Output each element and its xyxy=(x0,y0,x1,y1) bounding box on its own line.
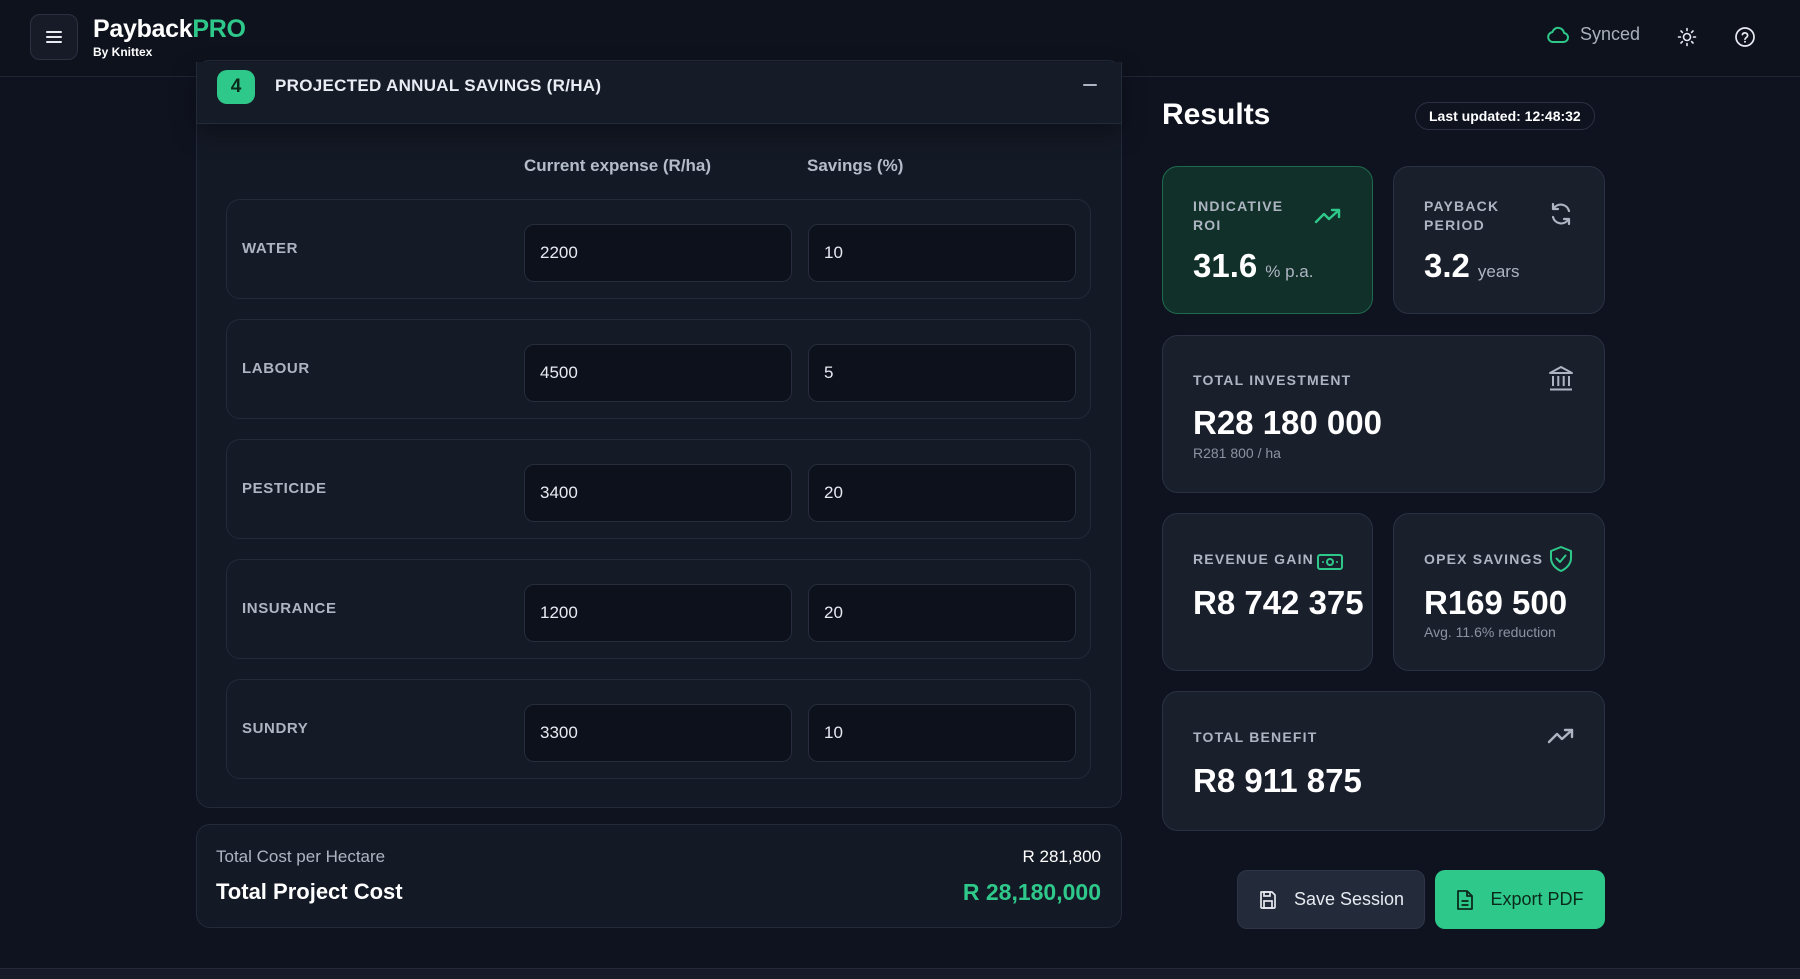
trend-up-icon xyxy=(1546,721,1576,751)
savings-input-insurance[interactable]: 20 xyxy=(808,584,1076,642)
benefit-value: R8 911 875 xyxy=(1193,762,1362,799)
cost-per-hectare-value: R 281,800 xyxy=(1022,847,1101,866)
benefit-card: TOTAL BENEFIT R8 911 875 xyxy=(1162,691,1605,831)
project-cost-label: Total Project Cost xyxy=(216,879,403,904)
investment-value: R28 180 000 xyxy=(1193,404,1382,441)
row-label: SUNDRY xyxy=(242,720,309,737)
column-header-savings: Savings (%) xyxy=(807,156,904,175)
roi-label: INDICATIVE ROI xyxy=(1193,198,1284,233)
payback-card: PAYBACK PERIOD 3.2 years xyxy=(1393,166,1605,314)
row-label: INSURANCE xyxy=(242,600,337,617)
minus-icon xyxy=(1083,84,1097,86)
revenue-value: R8 742 375 xyxy=(1193,584,1364,621)
savings-input-sundry[interactable]: 10 xyxy=(808,704,1076,762)
refresh-icon xyxy=(1546,199,1576,229)
bank-icon xyxy=(1546,364,1576,394)
menu-button[interactable] xyxy=(30,14,78,60)
opex-value: R169 500 xyxy=(1424,584,1568,621)
savings-input-pesticide[interactable]: 20 xyxy=(808,464,1076,522)
save-icon xyxy=(1260,890,1276,909)
project-cost-value: R 28,180,000 xyxy=(962,879,1101,905)
brand-logo[interactable]: PaybackPRO By Knittex xyxy=(93,15,246,59)
savings-row-pesticide: PESTICIDE 3400 20 xyxy=(226,439,1091,539)
opex-label: OPEX SAVINGS xyxy=(1424,551,1544,567)
brand-byline: By Knittex xyxy=(93,45,153,59)
menu-icon xyxy=(46,31,62,43)
sync-status: Synced xyxy=(1546,24,1640,45)
file-icon xyxy=(1457,889,1474,910)
sync-label: Synced xyxy=(1580,24,1641,44)
payback-label: PAYBACK PERIOD xyxy=(1424,198,1500,233)
save-session-button[interactable]: Save Session xyxy=(1237,870,1425,929)
roi-card: INDICATIVE ROI 31.6% p.a. xyxy=(1162,166,1373,314)
bottom-strip xyxy=(0,968,1800,979)
money-icon xyxy=(1315,547,1345,577)
savings-row-sundry: SUNDRY 3300 10 xyxy=(226,679,1091,779)
row-label: WATER xyxy=(242,240,299,257)
cloud-icon xyxy=(1547,26,1569,43)
shield-check-icon xyxy=(1546,544,1576,574)
savings-row-water: WATER 2200 10 xyxy=(226,199,1091,299)
export-pdf-label: Export PDF xyxy=(1490,889,1584,909)
roi-value: 31.6% p.a. xyxy=(1193,247,1314,284)
investment-label: TOTAL INVESTMENT xyxy=(1193,372,1352,388)
payback-value: 3.2 years xyxy=(1424,247,1520,284)
theme-toggle[interactable] xyxy=(1674,24,1700,50)
row-label: PESTICIDE xyxy=(242,480,327,497)
savings-row-insurance: INSURANCE 1200 20 xyxy=(226,559,1091,659)
collapse-button[interactable] xyxy=(1079,74,1101,96)
section-title: PROJECTED ANNUAL SAVINGS (R/HA) xyxy=(275,76,602,95)
savings-row-labour: LABOUR 4500 5 xyxy=(226,319,1091,419)
expense-input-labour[interactable]: 4500 xyxy=(524,344,792,402)
savings-input-water[interactable]: 10 xyxy=(808,224,1076,282)
help-button[interactable] xyxy=(1732,24,1758,50)
opex-sub: Avg. 11.6% reduction xyxy=(1424,624,1556,640)
expense-input-pesticide[interactable]: 3400 xyxy=(524,464,792,522)
last-updated-badge: Last updated: 12:48:32 xyxy=(1415,102,1595,130)
expense-input-sundry[interactable]: 3300 xyxy=(524,704,792,762)
trend-up-icon xyxy=(1313,201,1343,231)
opex-card: OPEX SAVINGS R169 500 Avg. 11.6% reducti… xyxy=(1393,513,1605,671)
cost-per-hectare-label: Total Cost per Hectare xyxy=(216,847,386,866)
investment-sub: R281 800 / ha xyxy=(1193,445,1281,461)
revenue-card: REVENUE GAIN R8 742 375 xyxy=(1162,513,1373,671)
column-header-expense: Current expense (R/ha) xyxy=(524,156,712,175)
save-session-label: Save Session xyxy=(1293,889,1405,909)
brand-name: PaybackPRO xyxy=(93,15,246,43)
export-pdf-button[interactable]: Export PDF xyxy=(1435,870,1605,929)
results-title: Results xyxy=(1162,98,1271,131)
expense-input-insurance[interactable]: 1200 xyxy=(524,584,792,642)
help-icon xyxy=(1735,27,1755,47)
revenue-label: REVENUE GAIN xyxy=(1193,551,1314,567)
step-badge: 4 xyxy=(217,70,255,104)
row-label: LABOUR xyxy=(242,360,310,377)
sun-icon xyxy=(1677,27,1697,47)
investment-card: TOTAL INVESTMENT R28 180 000 R281 800 / … xyxy=(1162,335,1605,493)
savings-input-labour[interactable]: 5 xyxy=(808,344,1076,402)
section-header[interactable]: 4 PROJECTED ANNUAL SAVINGS (R/HA) xyxy=(196,62,1122,124)
benefit-label: TOTAL BENEFIT xyxy=(1193,729,1318,745)
totals-panel: Total Cost per Hectare R 281,800 Total P… xyxy=(196,824,1122,928)
expense-input-water[interactable]: 2200 xyxy=(524,224,792,282)
